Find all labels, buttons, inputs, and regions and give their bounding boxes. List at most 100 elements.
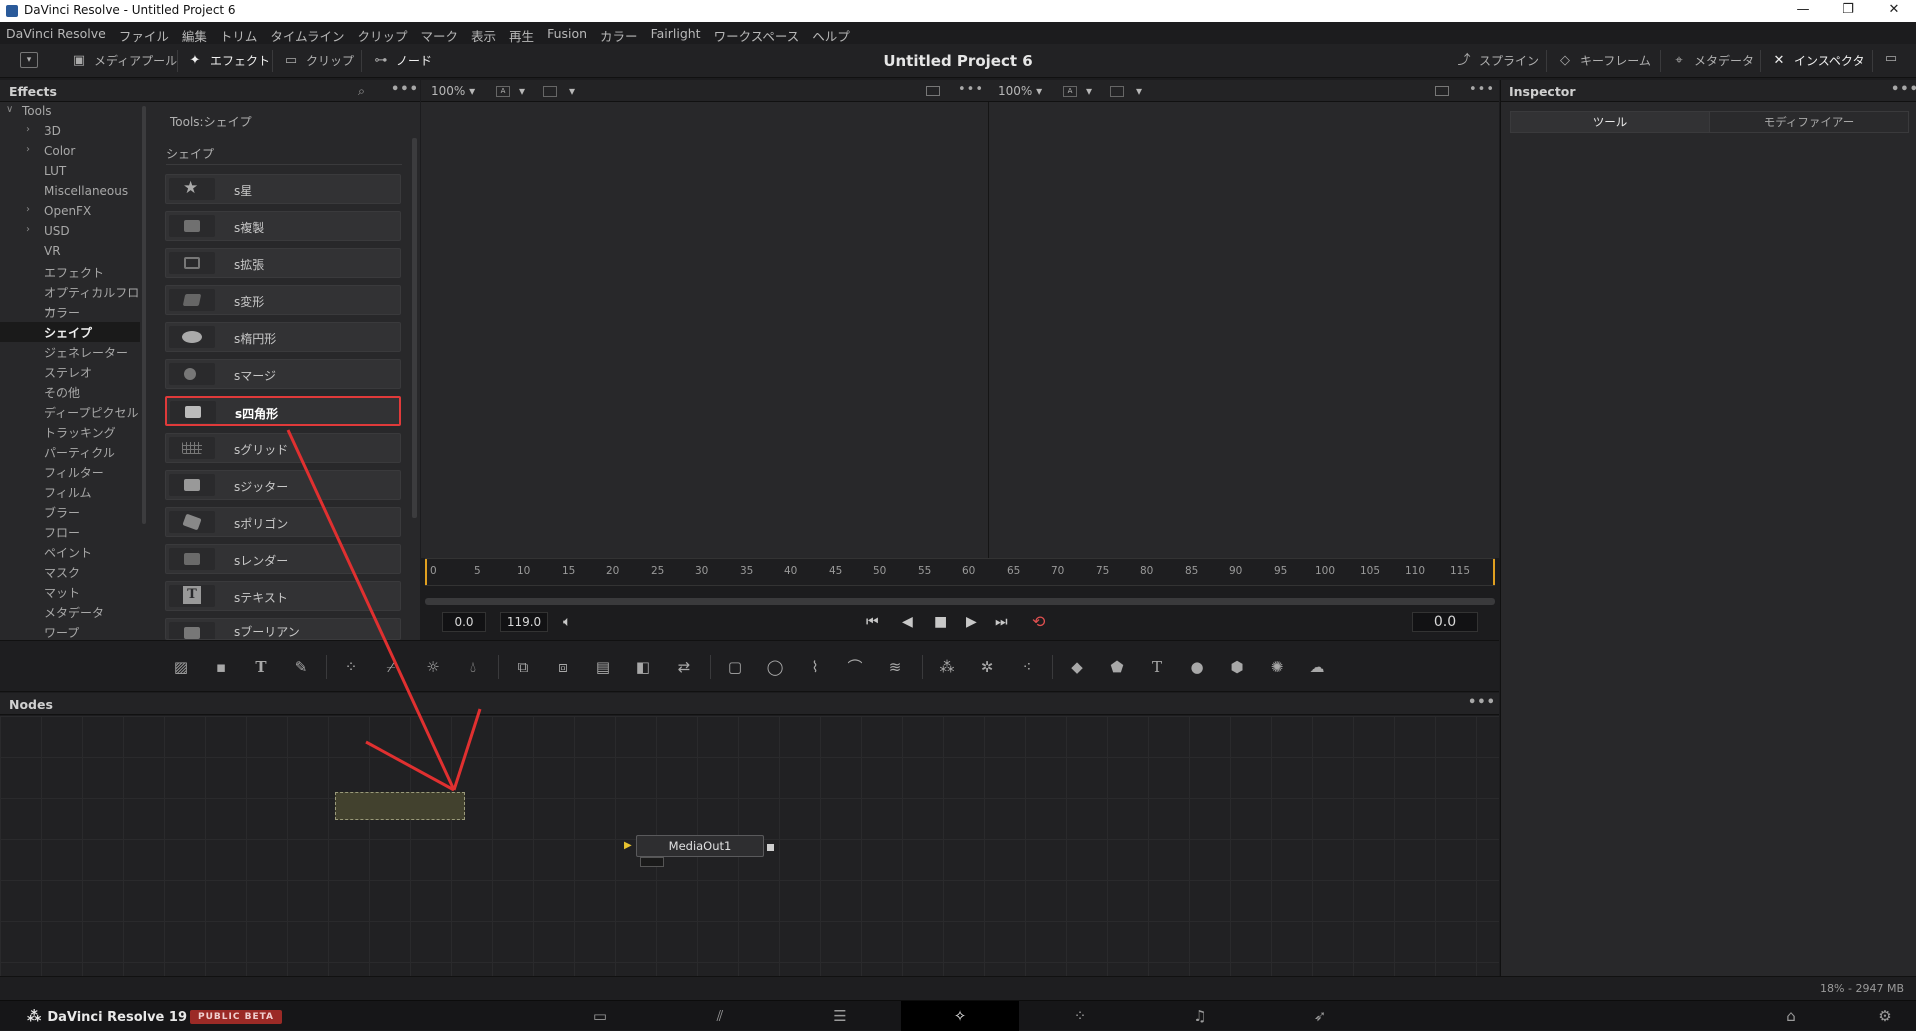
viewer-b-button[interactable]: A xyxy=(1063,86,1077,97)
go-to-end-icon[interactable]: ⏭︎ xyxy=(995,614,1008,630)
tree-item-flow[interactable]: フロー xyxy=(0,522,140,542)
tree-item-particles[interactable]: パーティクル xyxy=(0,442,140,462)
play-forward-icon[interactable]: ▶ xyxy=(966,614,977,630)
bspline-mask-icon[interactable]: ⌒ xyxy=(844,657,866,677)
menu-mark[interactable]: マーク xyxy=(421,22,466,44)
viewer-right-options-icon[interactable]: ••• xyxy=(1469,82,1495,97)
tree-scrollbar[interactable] xyxy=(142,106,146,524)
close-button[interactable]: ✕ xyxy=(1884,2,1904,17)
tree-item-color[interactable]: › Color xyxy=(0,142,140,162)
page-fusion-icon[interactable]: ✧ xyxy=(901,1001,1019,1031)
menu-clip[interactable]: クリップ xyxy=(358,22,415,44)
menu-playback[interactable]: 再生 xyxy=(509,22,541,44)
ellipse-mask-icon[interactable]: ◯ xyxy=(764,657,786,677)
polygon-mask-icon[interactable]: ⌇ xyxy=(804,657,826,677)
render-start-field[interactable]: 0.0 xyxy=(442,612,486,632)
more-options-icon[interactable]: ••• xyxy=(391,82,419,97)
loop-icon[interactable]: ⟲ xyxy=(1032,612,1045,631)
viewer-layout-button[interactable] xyxy=(543,86,557,97)
media-out-node[interactable]: MediaOut1 xyxy=(636,835,764,857)
page-color-icon[interactable]: ⁘ xyxy=(1021,1001,1139,1031)
time-ruler[interactable]: 0 5 10 15 20 25 30 35 40 45 50 55 60 65 … xyxy=(425,558,1495,586)
merge-tool-icon[interactable]: ⧉ xyxy=(512,657,534,677)
scrub-bar[interactable] xyxy=(425,598,1495,605)
inspector-button[interactable]: ✕ インスペクタ xyxy=(1770,52,1865,69)
effects-list-scrollbar[interactable] xyxy=(412,138,417,518)
effects-button[interactable]: ✦ エフェクト xyxy=(186,52,270,69)
menu-davinci-resolve[interactable]: DaVinci Resolve xyxy=(6,22,113,44)
effect-item-star[interactable]: ★ s星 xyxy=(165,174,401,204)
tree-item-matte[interactable]: マット xyxy=(0,582,140,602)
node-mask-port[interactable] xyxy=(640,857,664,867)
tab-modifiers[interactable]: モディファイアー xyxy=(1709,111,1909,133)
page-cut-icon[interactable]: ⫽ xyxy=(661,1001,779,1031)
search-icon[interactable]: ⌕ xyxy=(358,83,365,99)
tree-item-3d[interactable]: › 3D xyxy=(0,122,140,142)
page-edit-icon[interactable]: ☰ xyxy=(781,1001,899,1031)
text-3d-icon[interactable]: T xyxy=(1146,657,1168,677)
menu-file[interactable]: ファイル xyxy=(119,22,176,44)
color-drop-icon[interactable]: 💧︎ xyxy=(462,657,484,677)
viewer-layout-button[interactable] xyxy=(1110,86,1124,97)
home-icon[interactable]: ⌂ xyxy=(1776,1001,1806,1031)
tree-item-lut[interactable]: LUT xyxy=(0,162,140,182)
page-deliver-icon[interactable]: ➶ xyxy=(1261,1001,1379,1031)
tree-item-color-jp[interactable]: カラー xyxy=(0,302,140,322)
play-reverse-icon[interactable]: ◀ xyxy=(902,614,913,630)
go-to-start-icon[interactable]: ⏮︎ xyxy=(866,614,879,630)
viewer-right[interactable] xyxy=(989,102,1499,558)
chevron-down-icon[interactable]: ▾ xyxy=(569,84,575,98)
media-pool-button[interactable]: ▣ メディアプール xyxy=(70,52,177,69)
transform-tool-icon[interactable]: ⇄ xyxy=(673,657,695,677)
nodes-button[interactable]: ⊶ ノード xyxy=(372,52,433,69)
tree-item-paint[interactable]: ペイント xyxy=(0,542,140,562)
panel-toggle-button[interactable]: ▾ xyxy=(20,52,38,68)
keyframes-button[interactable]: ◇ キーフレーム xyxy=(1556,52,1651,69)
minimize-button[interactable]: — xyxy=(1793,2,1813,17)
rectangle-mask-icon[interactable]: ▢ xyxy=(724,657,746,677)
tree-item-optical-flow[interactable]: オプティカルフロー xyxy=(0,282,140,317)
effect-item-jitter[interactable]: sジッター xyxy=(165,470,401,500)
clips-button[interactable]: ▭ クリップ xyxy=(282,52,354,69)
tree-item-filter[interactable]: フィルター xyxy=(0,462,140,482)
dragged-node-placeholder[interactable] xyxy=(335,792,465,820)
maximize-button[interactable]: ❐ xyxy=(1838,2,1858,17)
playhead-start-marker[interactable] xyxy=(425,559,427,585)
inspector-options-icon[interactable]: ••• xyxy=(1891,82,1916,97)
menu-trim[interactable]: トリム xyxy=(220,22,265,44)
tree-item-tools[interactable]: ∨ Tools xyxy=(0,102,140,122)
viewer-left-options-icon[interactable]: ••• xyxy=(958,82,984,97)
paint-brush-icon[interactable]: ✎ xyxy=(290,657,312,677)
particle-tool-icon[interactable]: ⁘ xyxy=(340,657,362,677)
tree-item-effects[interactable]: エフェクト xyxy=(0,262,140,282)
menu-edit[interactable]: 編集 xyxy=(182,22,214,44)
render-end-field[interactable]: 119.0 xyxy=(500,612,548,632)
tab-tools[interactable]: ツール xyxy=(1510,111,1710,133)
effect-item-duplicate[interactable]: s複製 xyxy=(165,211,401,241)
tree-item-stereo[interactable]: ステレオ xyxy=(0,362,140,382)
prender-icon[interactable]: ✲ xyxy=(976,657,998,677)
viewer-fullscreen-icon[interactable] xyxy=(926,86,940,96)
page-media-icon[interactable]: ▭ xyxy=(541,1001,659,1031)
zoom-right-dropdown[interactable]: 100% ▾ xyxy=(998,84,1042,98)
playhead-end-marker[interactable] xyxy=(1493,559,1495,585)
effect-item-rectangle[interactable]: s四角形 xyxy=(165,396,401,426)
menu-help[interactable]: ヘルプ xyxy=(812,22,857,44)
mask-paint-icon[interactable]: ⌿ xyxy=(380,657,402,677)
effect-item-boolean[interactable]: sブーリアン xyxy=(165,618,401,640)
effect-item-grid[interactable]: sグリッド xyxy=(165,433,401,463)
chevron-down-icon[interactable]: ▾ xyxy=(1086,84,1092,98)
tree-item-blur[interactable]: ブラー xyxy=(0,502,140,522)
node-output-port[interactable] xyxy=(767,844,774,851)
menu-timeline[interactable]: タイムライン xyxy=(270,22,351,44)
current-time-field[interactable]: 0.0 xyxy=(1412,612,1478,632)
chevron-down-icon[interactable]: ▾ xyxy=(1136,84,1142,98)
image-plane-3d-icon[interactable]: ◆ xyxy=(1066,657,1088,677)
viewer-left[interactable] xyxy=(421,102,988,558)
tree-item-openfx[interactable]: › OpenFX xyxy=(0,202,140,222)
tree-item-tracking[interactable]: トラッキング xyxy=(0,422,140,442)
matte-control-icon[interactable]: ▤ xyxy=(592,657,614,677)
brightness-icon[interactable]: ☼ xyxy=(422,657,444,677)
camera-3d-icon[interactable]: ⬢ xyxy=(1226,657,1248,677)
page-fairlight-icon[interactable]: ♫ xyxy=(1141,1001,1259,1031)
